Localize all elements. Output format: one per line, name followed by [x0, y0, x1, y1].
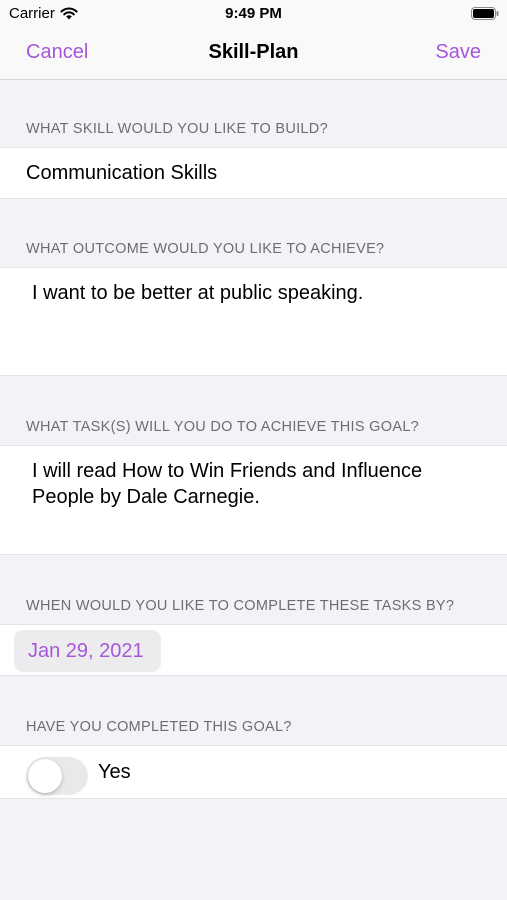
tasks-text-area[interactable]: I will read How to Win Friends and Influ…: [0, 445, 507, 555]
due-date-row: Jan 29, 2021: [0, 624, 507, 676]
outcome-text-area[interactable]: I want to be better at public speaking.: [0, 267, 507, 376]
date-picker-button[interactable]: Jan 29, 2021: [14, 630, 161, 672]
tasks-section-header: WHAT TASK(S) WILL YOU DO TO ACHIEVE THIS…: [26, 419, 420, 435]
completed-row: Yes: [0, 745, 507, 799]
tasks-value: I will read How to Win Friends and Influ…: [32, 460, 423, 508]
navigation-bar: Cancel Skill-Plan Save: [0, 28, 507, 80]
status-time: 9:49 PM: [225, 5, 282, 22]
completed-label: Yes: [98, 761, 131, 783]
save-button[interactable]: Save: [435, 41, 481, 64]
skill-value: Communication Skills: [26, 162, 218, 184]
status-bar: Carrier 9:49 PM: [0, 0, 507, 28]
completed-toggle[interactable]: [26, 757, 88, 795]
outcome-value: I want to be better at public speaking.: [32, 282, 364, 304]
completed-section-header: HAVE YOU COMPLETED THIS GOAL?: [26, 719, 292, 735]
battery-icon: [471, 7, 499, 20]
due-date-section-header: WHEN WOULD YOU LIKE TO COMPLETE THESE TA…: [26, 598, 455, 614]
skill-field[interactable]: Communication Skills: [0, 147, 507, 199]
skill-section-header: WHAT SKILL WOULD YOU LIKE TO BUILD?: [26, 121, 328, 137]
page-title: Skill-Plan: [208, 41, 299, 63]
toggle-knob: [28, 759, 62, 793]
outcome-section-header: WHAT OUTCOME WOULD YOU LIKE TO ACHIEVE?: [26, 241, 385, 257]
